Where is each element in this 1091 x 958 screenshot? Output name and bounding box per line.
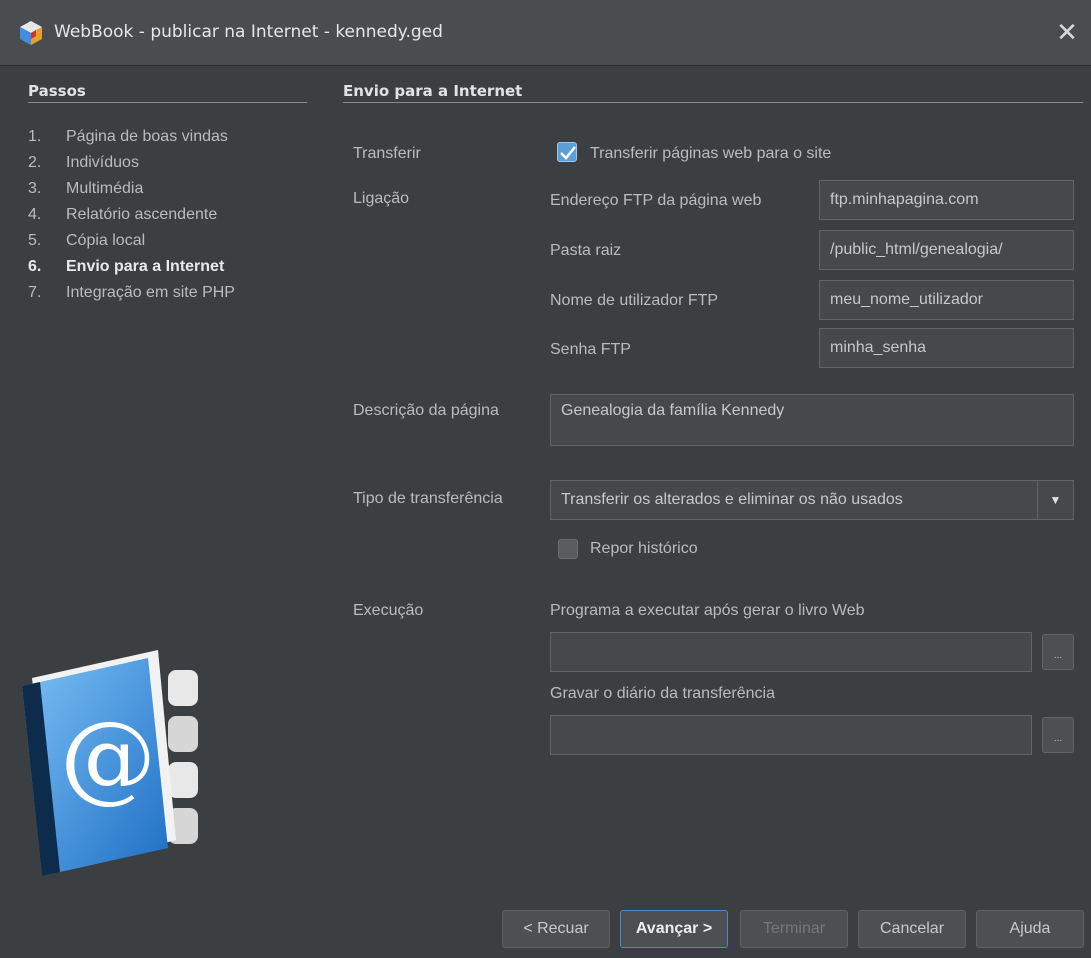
step-item: 2. Indivíduos — [28, 154, 139, 171]
description-label: Descrição da página — [353, 402, 499, 419]
cancel-button[interactable]: Cancelar — [858, 910, 966, 948]
step-item: 1. Página de boas vindas — [28, 128, 228, 145]
ftp-user-label: Nome de utilizador FTP — [550, 292, 719, 309]
back-button[interactable]: < Recuar — [502, 910, 610, 948]
ftp-address-label: Endereço FTP da página web — [550, 192, 762, 209]
program-browse-button[interactable]: ... — [1042, 634, 1074, 670]
log-label: Gravar o diário da transferência — [550, 685, 775, 702]
help-button[interactable]: Ajuda — [976, 910, 1084, 948]
description-textarea[interactable]: Genealogia da família Kennedy — [550, 394, 1074, 446]
steps-divider — [28, 102, 307, 103]
transfer-checkbox[interactable] — [557, 142, 577, 162]
address-book-icon: @ — [22, 650, 198, 876]
root-folder-field[interactable]: /public_html/genealogia/ — [819, 230, 1074, 270]
checkmark-icon — [560, 146, 576, 160]
transfer-type-select[interactable]: Transferir os alterados e eliminar os nã… — [550, 480, 1074, 520]
dropdown-arrow-icon[interactable]: ▼ — [1037, 481, 1073, 519]
reset-history-checkbox[interactable] — [558, 539, 578, 559]
ftp-user-field[interactable]: meu_nome_utilizador — [819, 280, 1074, 320]
transfer-checkbox-label[interactable]: Transferir páginas web para o site — [590, 145, 831, 163]
log-browse-button[interactable]: ... — [1042, 717, 1074, 753]
ftp-password-field[interactable]: minha_senha — [819, 328, 1074, 368]
window-title: WebBook - publicar na Internet - kennedy… — [54, 22, 443, 42]
next-button[interactable]: Avançar > — [620, 910, 728, 948]
program-field[interactable] — [550, 632, 1032, 672]
finish-button: Terminar — [740, 910, 848, 948]
transfer-label: Transferir — [353, 145, 421, 162]
ftp-password-label: Senha FTP — [550, 341, 631, 358]
step-item-active: 6. Envio para a Internet — [28, 258, 225, 275]
step-item: 5. Cópia local — [28, 232, 146, 249]
transfer-type-label: Tipo de transferência — [353, 490, 503, 507]
steps-list: 1. Página de boas vindas 2. Indivíduos 3. M… — [28, 127, 235, 309]
program-label: Programa a executar após gerar o livro W… — [550, 602, 865, 619]
section-header: Envio para a Internet — [343, 82, 523, 100]
title-bar: WebBook - publicar na Internet - kennedy… — [0, 0, 1091, 66]
close-icon[interactable]: ✕ — [1051, 14, 1083, 50]
root-folder-label: Pasta raiz — [550, 242, 622, 259]
steps-header: Passos — [28, 82, 86, 100]
reset-history-label[interactable]: Repor histórico — [590, 540, 698, 558]
connection-label: Ligação — [353, 190, 410, 207]
ftp-address-field[interactable]: ftp.minhapagina.com — [819, 180, 1074, 220]
transfer-type-selected: Transferir os alterados e eliminar os nã… — [561, 491, 903, 508]
step-item: 3. Multimédia — [28, 180, 144, 197]
svg-text:@: @ — [60, 701, 156, 813]
execution-label: Execução — [353, 602, 424, 619]
section-divider — [343, 102, 1083, 103]
step-item: 4. Relatório ascendente — [28, 206, 218, 223]
step-item: 7. Integração em site PHP — [28, 284, 235, 301]
webbook-app-icon — [20, 21, 42, 45]
log-field[interactable] — [550, 715, 1032, 755]
